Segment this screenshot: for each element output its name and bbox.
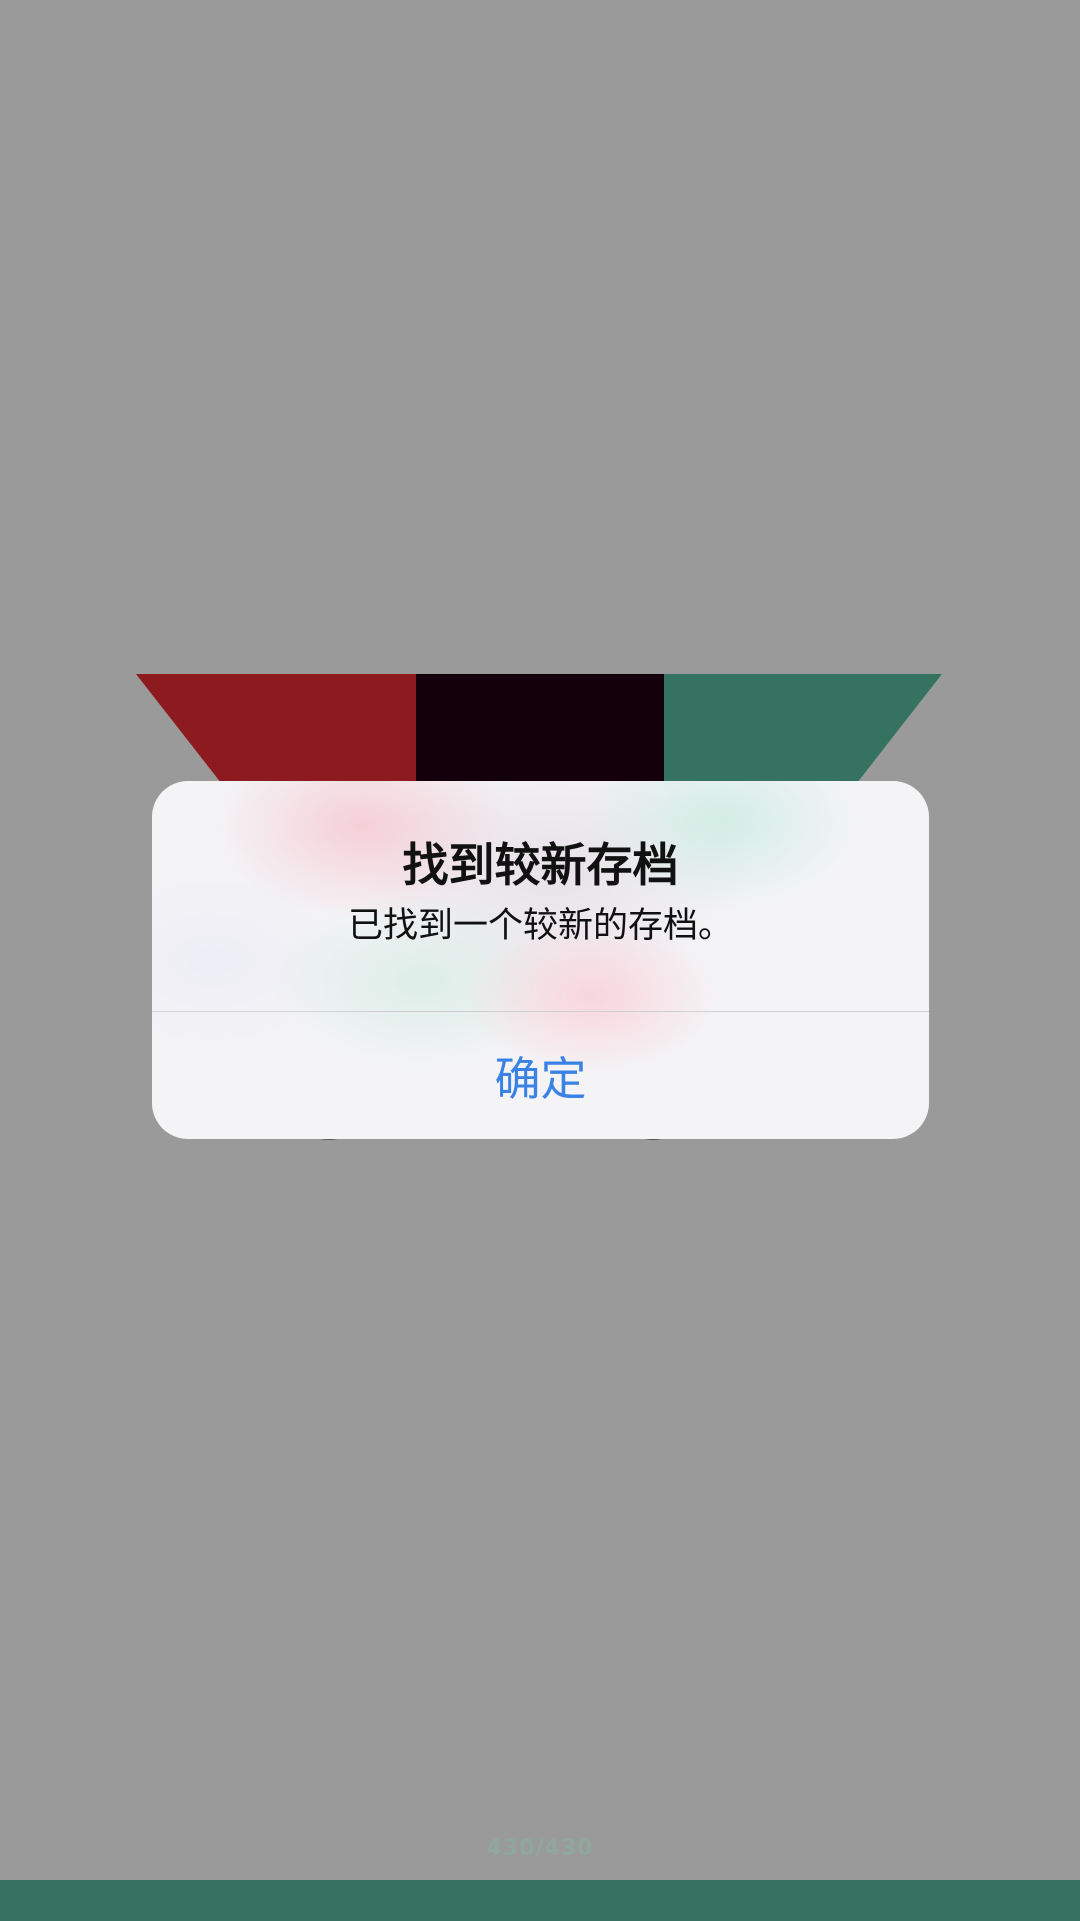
screen: KOREONI 430/430 找到较新存档 已找到一个较新的存档。 确定	[0, 0, 1080, 1921]
alert-dialog: 找到较新存档 已找到一个较新的存档。 确定	[152, 781, 929, 1139]
progress-bar	[0, 1880, 1080, 1921]
alert-body: 找到较新存档 已找到一个较新的存档。	[152, 781, 929, 1011]
confirm-button[interactable]: 确定	[152, 1012, 929, 1139]
alert-message: 已找到一个较新的存档。	[347, 906, 733, 946]
alert-title: 找到较新存档	[402, 838, 679, 892]
progress-label: 430/430	[486, 1836, 594, 1861]
progress-bar-fill	[0, 1880, 1080, 1921]
